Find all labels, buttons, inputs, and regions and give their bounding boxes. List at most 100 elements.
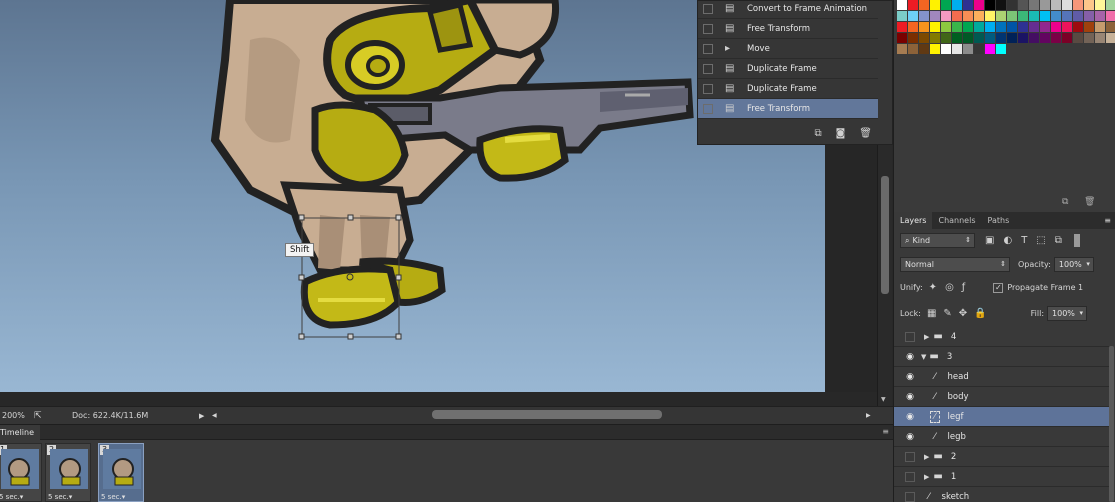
history-snapshot-checkbox[interactable] [703, 83, 713, 94]
horizontal-scroll-thumb[interactable] [432, 410, 662, 419]
disclosure-arrow-icon[interactable]: ▶ [924, 453, 929, 461]
frame-duration[interactable]: 5 sec.▾ [48, 493, 72, 501]
color-swatch[interactable] [1007, 33, 1017, 43]
color-swatch[interactable] [1051, 11, 1061, 21]
fill-input[interactable]: 100% ▾ [1047, 306, 1088, 321]
color-swatch[interactable] [1084, 22, 1094, 32]
animation-frame-1[interactable]: 1 5 sec.▾ [0, 443, 42, 502]
color-swatch[interactable] [1062, 22, 1072, 32]
lock-transparent-icon[interactable]: ▦ [927, 308, 936, 319]
vertical-scroll-thumb[interactable] [881, 176, 889, 294]
filter-adjustment-icon[interactable]: ◐ [1003, 235, 1012, 246]
color-swatch[interactable] [941, 11, 951, 21]
color-swatch[interactable] [963, 11, 973, 21]
color-swatch[interactable] [974, 11, 984, 21]
color-swatch[interactable] [1051, 0, 1061, 10]
color-swatch[interactable] [1040, 11, 1050, 21]
color-swatch[interactable] [919, 44, 929, 54]
color-swatch[interactable] [963, 44, 973, 54]
color-swatch[interactable] [963, 0, 973, 10]
color-swatch[interactable] [996, 22, 1006, 32]
swatch-grid[interactable] [897, 0, 1115, 55]
color-swatch[interactable] [930, 0, 940, 10]
layer-group-4[interactable]: ▶ ▬ 4 [894, 327, 1109, 347]
zoom-level[interactable]: 200% [0, 411, 25, 420]
eye-icon[interactable]: ◉ [902, 432, 918, 442]
color-swatch[interactable] [1018, 11, 1028, 21]
color-swatch[interactable] [941, 44, 951, 54]
color-swatch[interactable] [1095, 11, 1105, 21]
color-swatch[interactable] [974, 0, 984, 10]
color-swatch[interactable] [1007, 0, 1017, 10]
new-document-from-state-icon[interactable]: ⧉ [814, 128, 821, 139]
color-swatch[interactable] [1062, 33, 1072, 43]
color-swatch[interactable] [1084, 33, 1094, 43]
color-swatch[interactable] [908, 22, 918, 32]
history-snapshot-checkbox[interactable] [703, 43, 713, 54]
color-swatch[interactable] [1040, 33, 1050, 43]
blend-mode-select[interactable]: Normal ⇕ [900, 257, 1010, 272]
color-swatch[interactable] [941, 0, 951, 10]
history-item[interactable]: ▤ Duplicate Frame [698, 79, 878, 99]
new-swatch-icon[interactable]: ⧉ [1062, 197, 1068, 207]
color-swatch[interactable] [1106, 0, 1115, 10]
color-swatch[interactable] [941, 22, 951, 32]
color-swatch[interactable] [952, 44, 962, 54]
color-swatch[interactable] [1029, 22, 1039, 32]
color-swatch[interactable] [919, 11, 929, 21]
color-swatch[interactable] [930, 33, 940, 43]
history-item-selected[interactable]: ▤ Free Transform [698, 99, 878, 119]
tab-channels[interactable]: Channels [932, 212, 981, 229]
color-swatch[interactable] [1106, 22, 1115, 32]
tab-paths[interactable]: Paths [982, 212, 1016, 229]
frame-duration[interactable]: 5 sec.▾ [0, 493, 23, 501]
filter-pixel-icon[interactable]: ▣ [985, 235, 994, 246]
layer-group-3[interactable]: ◉ ▼ ▬ 3 [894, 347, 1109, 367]
color-swatch[interactable] [1029, 0, 1039, 10]
export-icon[interactable]: ⇱ [34, 411, 42, 421]
animation-frame-3[interactable]: 3 5 sec.▾ [98, 443, 144, 502]
color-swatch[interactable] [1007, 22, 1017, 32]
filter-smart-object-icon[interactable]: ⧉ [1055, 235, 1062, 246]
eye-icon[interactable]: ◉ [902, 372, 918, 382]
layer-head[interactable]: ◉ ⁄ head [894, 367, 1109, 387]
color-swatch[interactable] [919, 33, 929, 43]
color-swatch[interactable] [985, 11, 995, 21]
color-swatch[interactable] [930, 44, 940, 54]
filter-type-icon[interactable]: T [1021, 235, 1027, 246]
tab-timeline[interactable]: Timeline [0, 424, 41, 440]
history-item[interactable]: ▤ Duplicate Frame [698, 59, 878, 79]
color-swatch[interactable] [897, 44, 907, 54]
color-swatch[interactable] [996, 44, 1006, 54]
delete-swatch-icon[interactable]: 🗑 [1084, 197, 1095, 207]
visibility-toggle-off[interactable] [905, 491, 915, 502]
color-swatch[interactable] [952, 0, 962, 10]
color-swatch[interactable] [1029, 11, 1039, 21]
color-swatch[interactable] [952, 11, 962, 21]
frame-duration[interactable]: 5 sec.▾ [101, 493, 125, 501]
history-snapshot-checkbox[interactable] [703, 3, 713, 14]
color-swatch[interactable] [1073, 22, 1083, 32]
history-snapshot-checkbox[interactable] [703, 103, 713, 114]
lock-all-icon[interactable]: 🔒 [974, 308, 986, 319]
color-swatch[interactable] [930, 22, 940, 32]
color-swatch[interactable] [985, 0, 995, 10]
scroll-left-arrow-icon[interactable]: ◀ [212, 412, 217, 419]
color-swatch[interactable] [1106, 11, 1115, 21]
disclosure-arrow-icon[interactable]: ▶ [924, 473, 929, 481]
history-snapshot-checkbox[interactable] [703, 63, 713, 74]
color-swatch[interactable] [952, 33, 962, 43]
propagate-checkbox[interactable]: ✓ [993, 282, 1004, 293]
layer-body[interactable]: ◉ ⁄ body [894, 387, 1109, 407]
color-swatch[interactable] [963, 22, 973, 32]
disclosure-arrow-icon[interactable]: ▶ [924, 333, 929, 341]
history-item[interactable]: ▸ Move [698, 39, 878, 59]
disclosure-arrow-icon[interactable]: ▼ [921, 353, 926, 361]
scroll-right-arrow-icon[interactable]: ▶ [866, 412, 871, 419]
filter-shape-icon[interactable]: ⬚ [1036, 235, 1045, 246]
color-swatch[interactable] [908, 0, 918, 10]
color-swatch[interactable] [897, 11, 907, 21]
color-swatch[interactable] [1095, 33, 1105, 43]
unify-style-icon[interactable]: ƒ [962, 282, 966, 293]
color-swatch[interactable] [908, 33, 918, 43]
